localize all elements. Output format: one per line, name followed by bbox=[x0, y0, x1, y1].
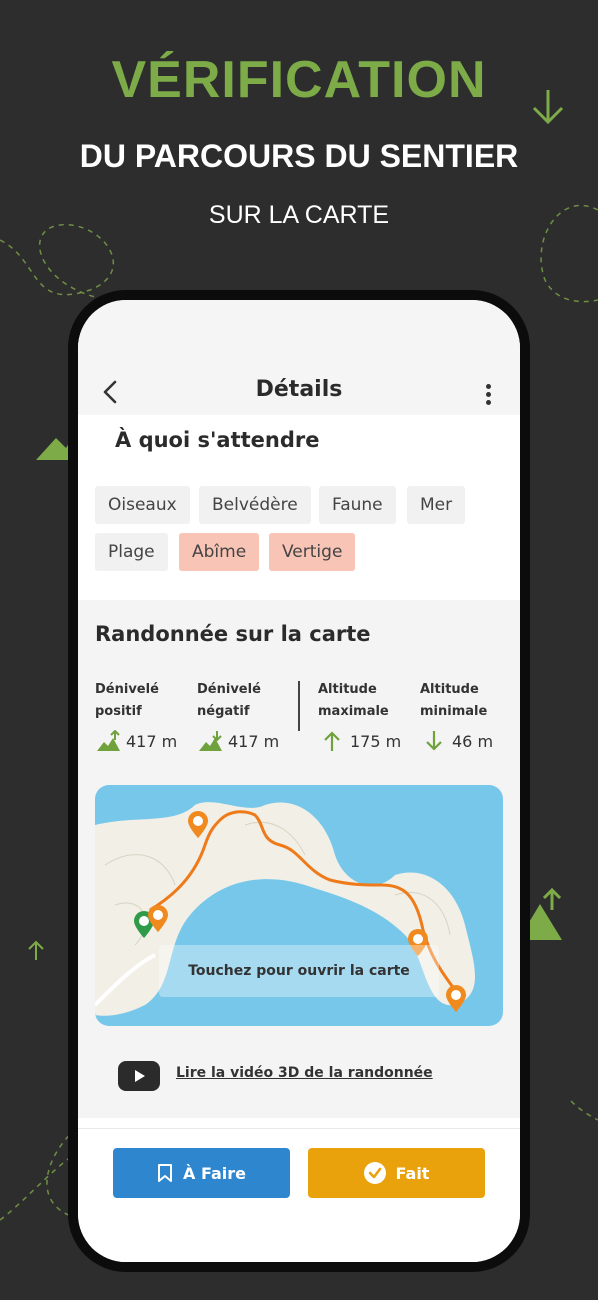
elevation-down-icon bbox=[199, 731, 222, 751]
stat-value: 417 m bbox=[126, 732, 178, 751]
elevation-up-icon bbox=[97, 730, 120, 751]
tag-chip: Faune bbox=[319, 486, 396, 524]
map-marker-icon[interactable] bbox=[445, 985, 467, 1013]
stat-label: Altitude minimale bbox=[420, 682, 488, 719]
bookmark-icon bbox=[158, 1164, 173, 1182]
map-marker-icon[interactable] bbox=[147, 905, 169, 933]
tag-chip: Plage bbox=[95, 533, 168, 571]
tag-chip-warning: Vertige bbox=[269, 533, 356, 571]
stat-label: Dénivelé négatif bbox=[197, 682, 261, 719]
stat-value: 46 m bbox=[452, 732, 494, 751]
map-section-title: Randonnée sur la carte bbox=[95, 622, 371, 646]
arrow-up-icon bbox=[324, 731, 340, 751]
arrow-down-icon bbox=[426, 731, 442, 751]
tag-chip-warning: Abîme bbox=[179, 533, 260, 571]
headline-subtitle: DU PARCOURS DU SENTIER bbox=[79, 138, 519, 174]
more-options-icon[interactable] bbox=[486, 384, 492, 406]
trail-map[interactable]: Touchez pour ouvrir la carte bbox=[95, 785, 503, 1026]
done-button[interactable]: Fait bbox=[308, 1148, 485, 1198]
done-button-label: Fait bbox=[395, 1163, 430, 1183]
open-map-hint[interactable]: Touchez pour ouvrir la carte bbox=[159, 945, 439, 997]
stat-value: 175 m bbox=[350, 732, 402, 751]
app-screen: Détails À quoi s'attendre Oiseaux Belvéd… bbox=[78, 300, 520, 1262]
map-marker-icon[interactable] bbox=[187, 811, 209, 839]
check-circle-icon bbox=[363, 1162, 386, 1184]
stat-label: Altitude maximale bbox=[318, 682, 389, 719]
todo-button-label: À Faire bbox=[183, 1163, 246, 1183]
app-bar: Détails bbox=[78, 300, 520, 415]
video-link[interactable]: Lire la vidéo 3D de la randonnée bbox=[176, 1065, 433, 1081]
tag-chip: Mer bbox=[407, 486, 466, 524]
action-bar: À Faire Fait bbox=[78, 1128, 520, 1262]
play-video-icon[interactable] bbox=[118, 1061, 160, 1091]
tag-chip: Belvédère bbox=[199, 486, 311, 524]
arrow-up-icon bbox=[28, 940, 44, 960]
page-title: Détails bbox=[255, 377, 343, 402]
expect-section-title: À quoi s'attendre bbox=[115, 428, 320, 452]
todo-button[interactable]: À Faire bbox=[113, 1148, 290, 1198]
headline-title: VÉRIFICATION bbox=[111, 51, 487, 109]
phone-frame: Détails À quoi s'attendre Oiseaux Belvéd… bbox=[68, 290, 530, 1272]
stat-value: 417 m bbox=[228, 732, 280, 751]
arrow-down-icon bbox=[532, 90, 564, 125]
tag-chip: Oiseaux bbox=[95, 486, 190, 524]
stat-divider bbox=[298, 681, 300, 731]
stat-label: Dénivelé positif bbox=[95, 682, 159, 719]
